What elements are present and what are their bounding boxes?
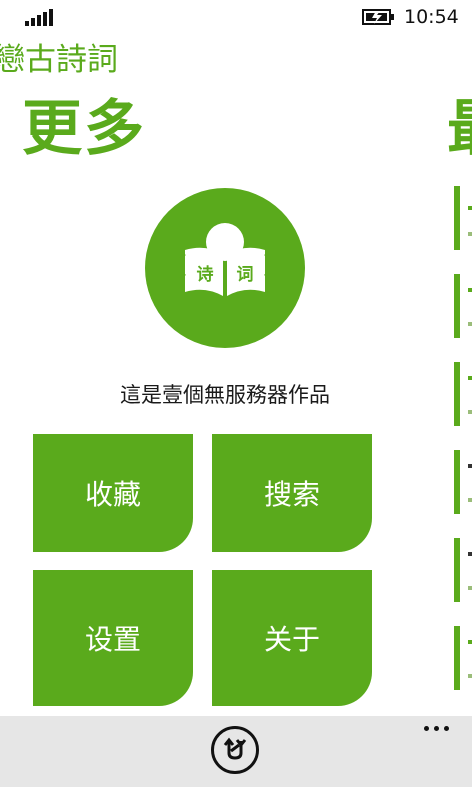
next-pivot-list-item[interactable] bbox=[454, 626, 472, 690]
next-pivot-list-item[interactable] bbox=[454, 186, 472, 250]
logo-text-left: 诗 bbox=[197, 265, 214, 285]
settings-tile[interactable]: 设置 bbox=[33, 570, 193, 706]
app-logo: 诗 词 bbox=[145, 188, 305, 348]
about-tile-label: 关于 bbox=[263, 623, 320, 656]
collect-tile-label: 收藏 bbox=[84, 478, 141, 511]
sync-button[interactable] bbox=[211, 726, 259, 774]
book-reader-icon: 诗 词 bbox=[179, 223, 271, 296]
pivot-header-current[interactable]: 更多 bbox=[22, 92, 146, 166]
collect-tile[interactable]: 收藏 bbox=[33, 434, 193, 552]
next-pivot-list-item[interactable] bbox=[454, 450, 472, 514]
pivot-header-next[interactable]: 最 bbox=[447, 92, 472, 166]
subtitle-text: 這是壹個無服務器作品 bbox=[120, 383, 330, 407]
search-tile-label: 搜索 bbox=[263, 478, 320, 511]
pivot-header-next-label: 最 bbox=[447, 94, 472, 164]
next-pivot-list-item[interactable] bbox=[454, 538, 472, 602]
search-tile[interactable]: 搜索 bbox=[212, 434, 372, 552]
ellipsis-icon[interactable] bbox=[422, 720, 452, 736]
next-pivot-list-item[interactable] bbox=[454, 274, 472, 338]
battery-charging-icon bbox=[362, 9, 394, 25]
app-title: 戀古詩詞 bbox=[0, 42, 118, 78]
status-bar: 10:54 bbox=[0, 0, 472, 34]
settings-tile-label: 设置 bbox=[84, 623, 141, 656]
logo-text-right: 词 bbox=[237, 265, 254, 285]
next-pivot-list-item[interactable] bbox=[454, 362, 472, 426]
about-tile[interactable]: 关于 bbox=[212, 570, 372, 706]
status-time: 10:54 bbox=[404, 6, 459, 28]
signal-strength-icon bbox=[25, 8, 55, 26]
sync-icon bbox=[223, 737, 247, 760]
app-bar bbox=[0, 716, 472, 787]
